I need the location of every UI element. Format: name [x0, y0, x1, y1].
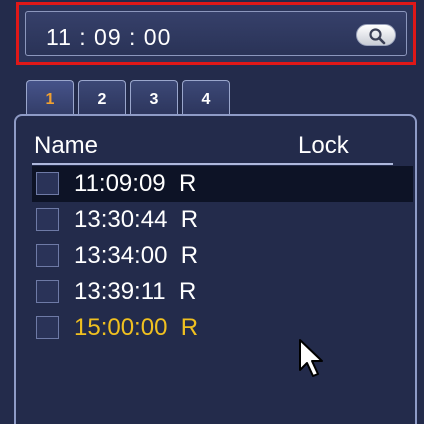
tab-3[interactable]: 3 — [130, 80, 178, 116]
column-header-lock: Lock — [298, 132, 349, 159]
list-item[interactable]: 11:09:09 R — [32, 166, 413, 202]
tab-2[interactable]: 2 — [78, 80, 126, 116]
list-item[interactable]: 13:39:11 R — [32, 274, 413, 310]
row-checkbox[interactable] — [36, 172, 59, 195]
list-item[interactable]: 13:30:44 R — [32, 202, 413, 238]
row-checkbox[interactable] — [36, 316, 59, 339]
mouse-cursor-icon — [299, 339, 323, 377]
search-icon — [369, 28, 386, 45]
column-header-name: Name — [34, 132, 99, 159]
tab-4[interactable]: 4 — [182, 80, 230, 116]
search-button[interactable] — [356, 24, 396, 46]
header-divider — [32, 163, 393, 165]
tab-1[interactable]: 1 — [26, 80, 74, 116]
time-search-box: 11 : 09 : 00 — [16, 2, 416, 65]
row-time-label: 13:34:00 R — [74, 242, 199, 269]
row-time-label: 13:30:44 R — [74, 206, 199, 233]
list-item[interactable]: 15:00:00 R — [32, 310, 413, 346]
row-checkbox[interactable] — [36, 208, 59, 231]
row-checkbox[interactable] — [36, 244, 59, 267]
time-value[interactable]: 11 : 09 : 00 — [46, 24, 171, 51]
row-time-label: 11:09:09 R — [74, 170, 197, 197]
list-item[interactable]: 13:34:00 R — [32, 238, 413, 274]
time-input-field[interactable]: 11 : 09 : 00 — [25, 11, 407, 56]
row-checkbox[interactable] — [36, 280, 59, 303]
row-time-label: 13:39:11 R — [74, 278, 197, 305]
file-list-panel: Name Lock 11:09:09 R 13:30:44 R 13:34:00… — [14, 114, 417, 424]
row-time-label: 15:00:00 R — [74, 314, 199, 341]
